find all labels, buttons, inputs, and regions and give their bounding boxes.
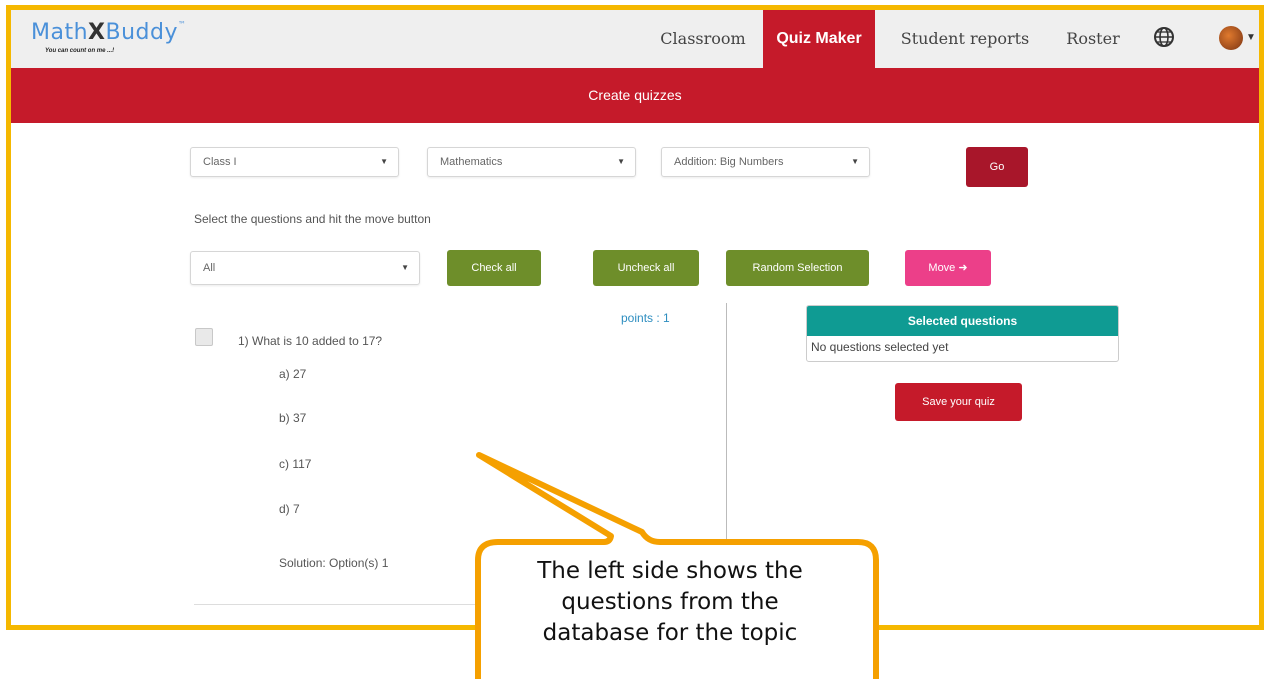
callout-text: The left side shows the questions from t… bbox=[478, 556, 862, 649]
callout-line: database for the topic bbox=[542, 620, 798, 646]
callout-line: questions from the bbox=[561, 589, 779, 615]
callout-line: The left side shows the bbox=[537, 558, 803, 584]
